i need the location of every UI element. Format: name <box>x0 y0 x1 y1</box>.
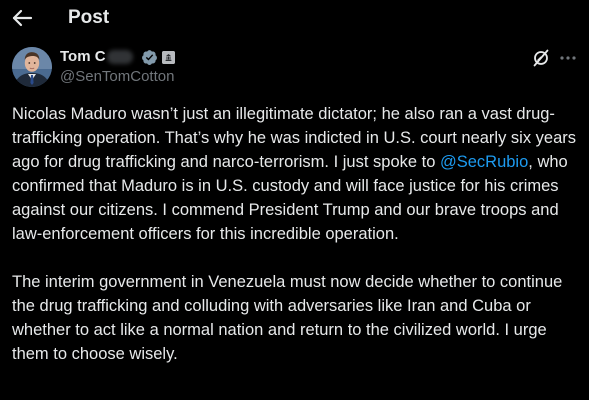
page-title: Post <box>68 7 110 28</box>
verified-badge-icon <box>141 49 157 65</box>
tweet-text: Nicolas Maduro wasn’t just an illegitima… <box>12 102 582 366</box>
back-button[interactable] <box>10 6 36 30</box>
more-options-button[interactable] <box>558 49 578 67</box>
author-handle[interactable]: @SenTomCotton <box>60 68 174 86</box>
author-name-text: Tom C <box>60 48 106 65</box>
name-redaction <box>106 50 133 64</box>
post-header: Post <box>0 0 589 36</box>
post-page: Post Tom C @SenTomCotton Nicolas Maduro … <box>0 0 589 400</box>
author-name[interactable]: Tom C <box>60 47 175 67</box>
more-icon <box>560 56 576 60</box>
grok-button[interactable] <box>531 48 551 68</box>
tweet-paragraph-1: Nicolas Maduro wasn’t just an illegitima… <box>12 102 582 246</box>
avatar[interactable] <box>12 47 52 87</box>
arrow-left-icon <box>12 9 33 27</box>
profile-photo <box>12 47 52 87</box>
grok-icon <box>533 49 549 67</box>
tweet-paragraph-2: The interim government in Venezuela must… <box>12 273 563 363</box>
mention-link[interactable]: @SecRubio <box>440 153 528 171</box>
government-badge-icon <box>161 50 175 64</box>
